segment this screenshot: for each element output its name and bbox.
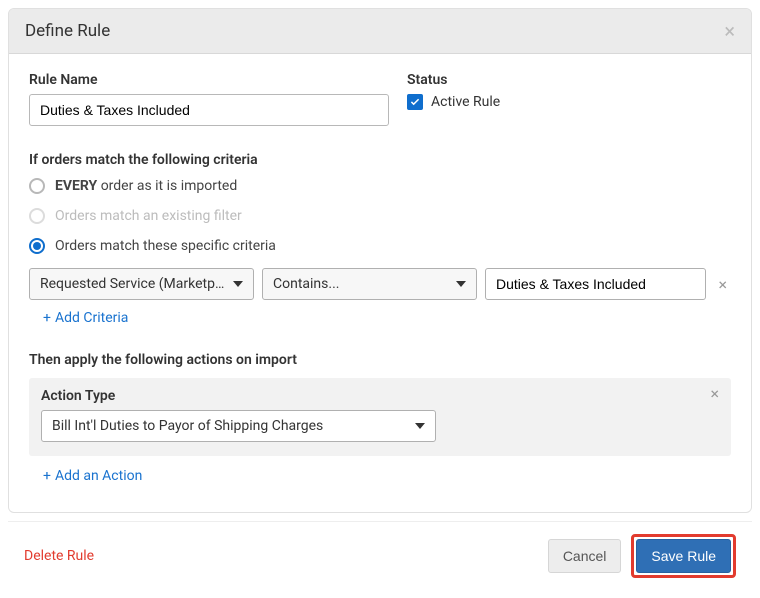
modal-body: Rule Name Status Active Rule If orders m…	[9, 54, 751, 512]
remove-action-icon[interactable]: ×	[706, 384, 723, 403]
radio-every-row[interactable]: EVERY order as it is imported	[29, 178, 731, 194]
modal-footer: Delete Rule Cancel Save Rule	[8, 521, 752, 590]
radio-existing	[29, 208, 45, 224]
radio-existing-row: Orders match an existing filter	[29, 208, 731, 224]
caret-down-icon	[233, 281, 243, 287]
action-box: × Action Type Bill Int'l Duties to Payor…	[29, 378, 731, 456]
criteria-field-select[interactable]: Requested Service (Marketplac…	[29, 268, 254, 300]
plus-icon: +	[43, 310, 51, 326]
save-highlight: Save Rule	[631, 534, 736, 578]
active-rule-label: Active Rule	[431, 94, 500, 110]
remove-criteria-icon[interactable]: ×	[714, 275, 731, 294]
top-row: Rule Name Status Active Rule	[29, 72, 731, 126]
criteria-operator-select[interactable]: Contains...	[262, 268, 477, 300]
modal-header: Define Rule ×	[9, 9, 751, 54]
status-label: Status	[407, 72, 731, 88]
radio-every[interactable]	[29, 178, 45, 194]
action-type-select[interactable]: Bill Int'l Duties to Payor of Shipping C…	[41, 410, 436, 442]
criteria-section-label: If orders match the following criteria	[29, 152, 731, 168]
rule-name-input[interactable]	[29, 94, 389, 126]
actions-section-label: Then apply the following actions on impo…	[29, 352, 731, 368]
radio-dot-icon	[33, 242, 41, 250]
caret-down-icon	[456, 281, 466, 287]
rule-name-group: Rule Name	[29, 72, 389, 126]
rule-name-label: Rule Name	[29, 72, 389, 88]
cancel-button[interactable]: Cancel	[548, 539, 622, 573]
active-rule-checkbox[interactable]	[407, 94, 423, 110]
modal-title: Define Rule	[25, 21, 110, 41]
plus-icon: +	[43, 468, 51, 484]
add-criteria-link[interactable]: + Add Criteria	[43, 310, 128, 326]
criteria-field-value: Requested Service (Marketplac…	[40, 276, 243, 292]
action-type-value: Bill Int'l Duties to Payor of Shipping C…	[52, 418, 323, 434]
action-type-label: Action Type	[41, 388, 719, 404]
radio-every-label: EVERY order as it is imported	[55, 178, 237, 194]
radio-specific-row[interactable]: Orders match these specific criteria	[29, 238, 731, 254]
caret-down-icon	[415, 423, 425, 429]
delete-rule-link[interactable]: Delete Rule	[24, 548, 94, 564]
close-icon[interactable]: ×	[724, 21, 735, 41]
radio-specific[interactable]	[29, 238, 45, 254]
radio-specific-label: Orders match these specific criteria	[55, 238, 276, 254]
define-rule-modal: Define Rule × Rule Name Status Active Ru…	[8, 8, 752, 513]
save-rule-button[interactable]: Save Rule	[636, 539, 731, 573]
radio-existing-label: Orders match an existing filter	[55, 208, 242, 224]
status-group: Status Active Rule	[407, 72, 731, 126]
check-icon	[409, 96, 421, 108]
criteria-value-input[interactable]	[485, 268, 706, 300]
add-action-link[interactable]: + Add an Action	[43, 468, 142, 484]
criteria-row: Requested Service (Marketplac… Contains.…	[29, 268, 731, 300]
footer-buttons: Cancel Save Rule	[548, 534, 736, 578]
active-rule-row: Active Rule	[407, 94, 731, 110]
criteria-operator-value: Contains...	[273, 276, 339, 292]
